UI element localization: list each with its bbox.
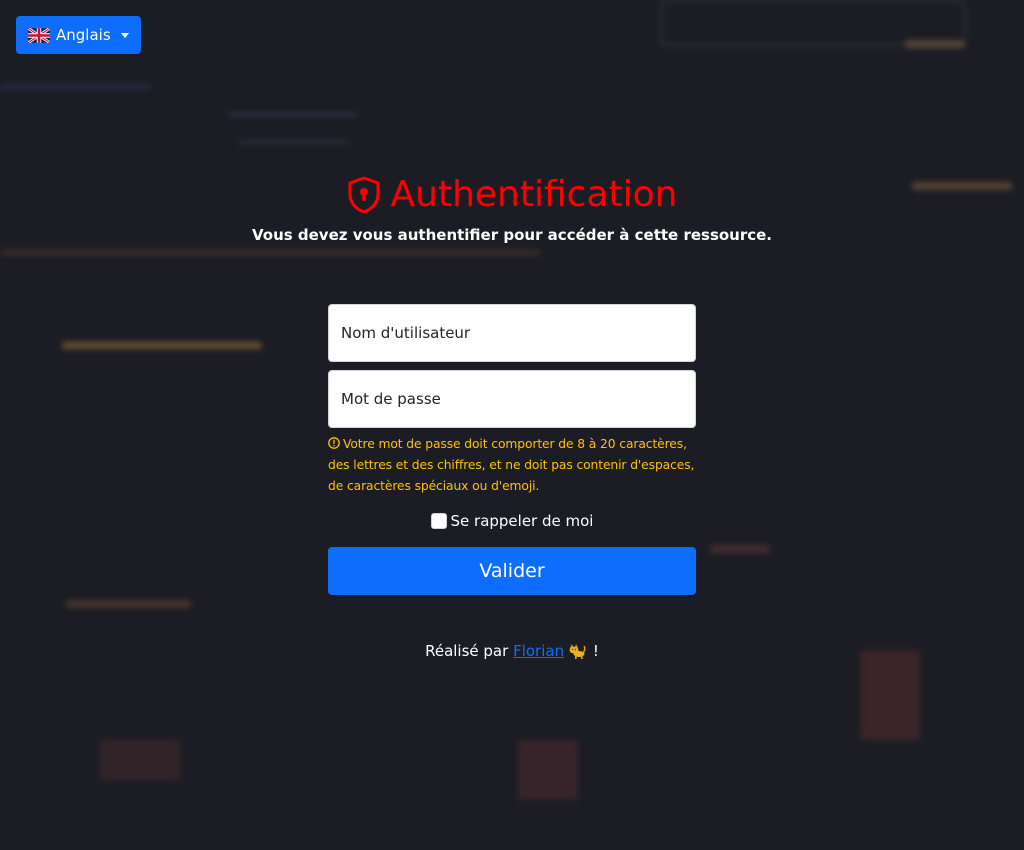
uk-flag-icon [28, 27, 50, 43]
footer-credit: Réalisé par Florian ! [0, 640, 1024, 662]
remember-me: Se rappeler de moi [328, 512, 696, 530]
submit-button[interactable]: Valider [328, 547, 696, 595]
page-title: Authentification [390, 174, 678, 215]
shield-lock-icon [348, 176, 380, 214]
auth-header: Authentification Vous devez vous authent… [0, 170, 1024, 244]
title-row: Authentification [0, 170, 1024, 220]
footer-suffix: ! [592, 642, 599, 660]
caret-down-icon [120, 32, 129, 38]
submit-button-label: Valider [479, 560, 545, 582]
cat-icon [569, 644, 586, 659]
login-form: Votre mot de passe doit comporter de 8 à… [328, 304, 696, 595]
warning-circle-icon [328, 437, 340, 449]
remember-me-label[interactable]: Se rappeler de moi [451, 512, 594, 530]
footer-prefix: Réalisé par [425, 642, 509, 660]
page-subtitle: Vous devez vous authentifier pour accéde… [251, 226, 773, 244]
password-hint-text: Votre mot de passe doit comporter de 8 à… [328, 437, 695, 493]
username-input[interactable] [328, 304, 696, 362]
language-label: Anglais [56, 26, 111, 44]
password-hint: Votre mot de passe doit comporter de 8 à… [328, 434, 696, 497]
remember-me-checkbox[interactable] [430, 513, 447, 529]
password-input[interactable] [328, 370, 696, 428]
language-dropdown-button[interactable]: Anglais [16, 16, 141, 54]
author-link[interactable]: Florian [513, 642, 564, 660]
